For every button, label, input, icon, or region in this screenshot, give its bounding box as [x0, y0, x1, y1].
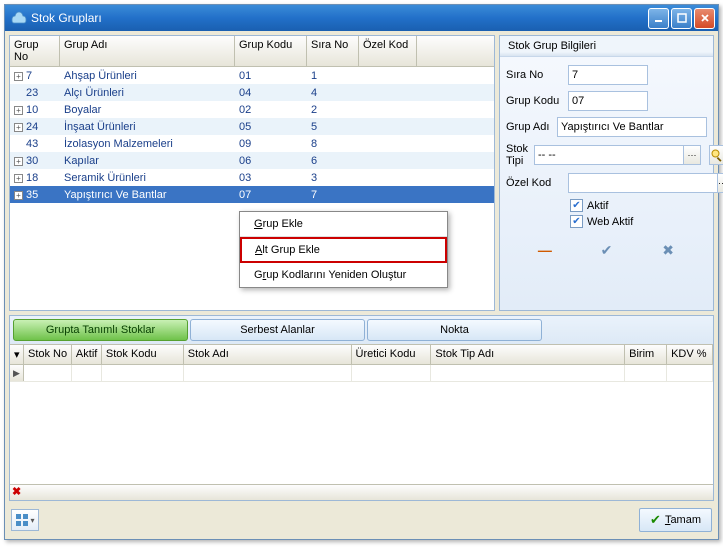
col-birim[interactable]: Birim: [625, 345, 667, 364]
input-grup-kodu[interactable]: [568, 91, 648, 111]
col-kdv[interactable]: KDV %: [667, 345, 713, 364]
grid-row[interactable]: +10Boyalar022: [10, 101, 494, 118]
maximize-button[interactable]: [671, 8, 692, 29]
col-stok-kodu[interactable]: Stok Kodu: [102, 345, 184, 364]
col-grup-kod[interactable]: Grup Kodu: [235, 36, 307, 66]
info-panel-title: Stok Grup Bilgileri: [500, 36, 713, 57]
stok-gruplari-window: Stok Grupları Grup No Grup Adı Grup Kodu…: [4, 4, 719, 540]
expand-icon[interactable]: +: [14, 157, 23, 166]
lower-grid-body: ▶ ✖: [10, 365, 713, 500]
col-uretici-kodu[interactable]: Üretici Kodu: [352, 345, 432, 364]
expand-icon[interactable]: +: [14, 191, 23, 200]
app-icon: [11, 10, 27, 26]
tab-serbest-alanlar[interactable]: Serbest Alanlar: [190, 319, 365, 341]
grid-row[interactable]: +30Kapılar066: [10, 152, 494, 169]
tab-nokta[interactable]: Nokta: [367, 319, 542, 341]
lower-panel: Grupta Tanımlı Stoklar Serbest Alanlar N…: [9, 315, 714, 501]
label-grup-kodu: Grup Kodu: [506, 95, 562, 107]
input-sira-no[interactable]: [568, 65, 648, 85]
minimize-button[interactable]: [648, 8, 669, 29]
col-selector[interactable]: ▾: [10, 345, 24, 364]
label-stok-tipi: Stok Tipi: [506, 143, 528, 167]
expand-icon[interactable]: +: [14, 106, 23, 115]
context-menu: Grup Ekle Alt Grup Ekle Grup Kodlarını Y…: [239, 211, 448, 288]
expand-icon[interactable]: +: [14, 72, 23, 81]
delete-button[interactable]: —: [535, 242, 555, 258]
lower-grid-footer: ✖: [10, 484, 713, 500]
ozel-kod-picker-button[interactable]: ···: [717, 173, 723, 193]
col-stok-tip-adi[interactable]: Stok Tip Adı: [431, 345, 625, 364]
menu-alt-grup-ekle[interactable]: Alt Grup Ekle: [240, 237, 447, 263]
input-grup-adi[interactable]: [557, 117, 707, 137]
tab-grupta-tanimli[interactable]: Grupta Tanımlı Stoklar: [13, 319, 188, 341]
info-panel: Stok Grup Bilgileri Sıra No Grup Kodu Gr…: [499, 35, 714, 311]
label-aktif: Aktif: [587, 200, 608, 212]
label-web-aktif: Web Aktif: [587, 216, 633, 228]
stok-tipi-picker-button[interactable]: ···: [683, 145, 701, 165]
grid-header: Grup No Grup Adı Grup Kodu Sıra No Özel …: [10, 36, 494, 67]
accept-button[interactable]: ✔: [596, 242, 616, 258]
col-stok-no[interactable]: Stok No: [24, 345, 72, 364]
window-content: Grup No Grup Adı Grup Kodu Sıra No Özel …: [5, 31, 718, 539]
menu-grup-ekle[interactable]: Grup Ekle: [240, 212, 447, 237]
tamam-button[interactable]: ✔ Tamam: [639, 508, 712, 532]
close-button[interactable]: [694, 8, 715, 29]
check-icon: ✔: [650, 512, 661, 528]
label-sira-no: Sıra No: [506, 69, 562, 81]
grid-row[interactable]: 43İzolasyon Malzemeleri098: [10, 135, 494, 152]
label-grup-adi: Grup Adı: [506, 121, 551, 133]
lower-grid-row[interactable]: ▶: [10, 365, 713, 382]
input-stok-tipi[interactable]: [534, 145, 683, 165]
expand-icon[interactable]: +: [14, 174, 23, 183]
window-buttons: [648, 8, 715, 29]
grid-row[interactable]: 23Alçı Ürünleri044: [10, 84, 494, 101]
col-aktif[interactable]: Aktif: [72, 345, 102, 364]
bottom-bar: ▾ ✔ Tamam: [9, 505, 714, 535]
col-grup-adi[interactable]: Grup Adı: [60, 36, 235, 66]
col-grup-no[interactable]: Grup No: [10, 36, 60, 66]
titlebar: Stok Grupları: [5, 5, 718, 31]
options-button[interactable]: ▾: [11, 509, 39, 531]
window-title: Stok Grupları: [31, 11, 648, 25]
stok-tipi-search-button[interactable]: [709, 145, 723, 165]
label-ozel-kod: Özel Kod: [506, 177, 562, 189]
expand-icon[interactable]: +: [14, 123, 23, 132]
grid-row[interactable]: +7Ahşap Ürünleri011: [10, 67, 494, 84]
group-grid: Grup No Grup Adı Grup Kodu Sıra No Özel …: [9, 35, 495, 311]
cancel-button[interactable]: ✖: [658, 242, 678, 258]
grid-row[interactable]: +35Yapıştırıcı Ve Bantlar077: [10, 186, 494, 203]
tabs: Grupta Tanımlı Stoklar Serbest Alanlar N…: [10, 316, 713, 344]
col-sira-no[interactable]: Sıra No: [307, 36, 359, 66]
checkbox-web-aktif[interactable]: ✔: [570, 215, 583, 228]
grid-row[interactable]: +24İnşaat Ürünleri055: [10, 118, 494, 135]
input-ozel-kod[interactable]: [568, 173, 717, 193]
row-marker-icon: ▶: [10, 365, 24, 381]
delete-row-icon[interactable]: ✖: [12, 485, 21, 500]
menu-yeniden-olustur[interactable]: Grup Kodlarını Yeniden Oluştur: [240, 263, 447, 287]
col-ozel-kod[interactable]: Özel Kod: [359, 36, 417, 66]
col-stok-adi[interactable]: Stok Adı: [184, 345, 352, 364]
grid-row[interactable]: +18Seramik Ürünleri033: [10, 169, 494, 186]
lower-grid-header: ▾ Stok No Aktif Stok Kodu Stok Adı Üreti…: [10, 344, 713, 365]
checkbox-aktif[interactable]: ✔: [570, 199, 583, 212]
